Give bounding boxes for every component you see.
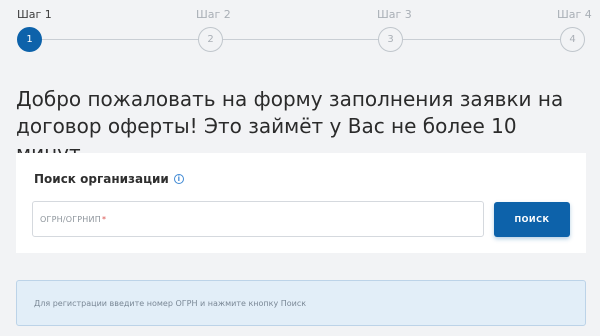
info-notice: Для регистрации введите номер ОГРН и наж…: [16, 280, 586, 326]
step-4-circle: 4: [560, 27, 585, 52]
progress-stepper: Шаг 1 Шаг 2 Шаг 3 Шаг 4 1 2 3 4: [0, 0, 600, 60]
search-section-title: Поиск организации i: [34, 172, 184, 186]
info-icon[interactable]: i: [173, 174, 184, 184]
step-connector: [403, 39, 560, 40]
step-3-label: Шаг 3: [377, 8, 412, 21]
step-2-label: Шаг 2: [196, 8, 231, 21]
search-button[interactable]: ПОИСК: [494, 202, 570, 237]
step-connector: [223, 39, 378, 40]
step-1-circle: 1: [17, 27, 42, 52]
ogrn-input[interactable]: ОГРН/ОГРНИП *: [32, 201, 484, 237]
step-3-circle: 3: [378, 27, 403, 52]
step-1-label: Шаг 1: [17, 8, 52, 21]
search-title-label: Поиск организации: [34, 172, 169, 186]
notice-text: Для регистрации введите номер ОГРН и наж…: [34, 298, 307, 308]
step-4-label: Шаг 4: [557, 8, 592, 21]
step-2-circle: 2: [198, 27, 223, 52]
step-connector: [42, 39, 198, 40]
required-mark: *: [101, 214, 106, 224]
ogrn-placeholder: ОГРН/ОГРНИП: [40, 214, 101, 224]
organization-search-card: Поиск организации i ОГРН/ОГРНИП * ПОИСК: [16, 153, 586, 253]
